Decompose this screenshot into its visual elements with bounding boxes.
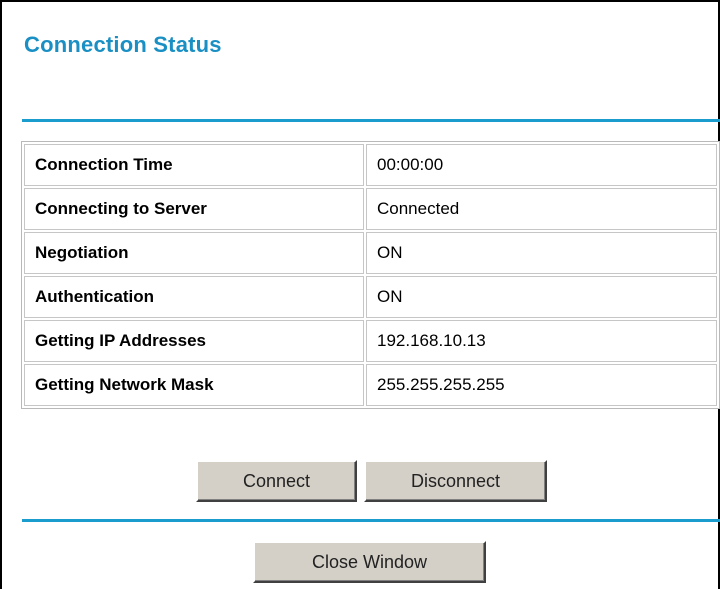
row-label: Getting IP Addresses <box>24 320 364 362</box>
row-value: 00:00:00 <box>366 144 717 186</box>
table-row-getting-ip-addresses: Getting IP Addresses 192.168.10.13 <box>24 320 717 362</box>
table-row-getting-network-mask: Getting Network Mask 255.255.255.255 <box>24 364 717 406</box>
row-value: ON <box>366 276 717 318</box>
row-value: 255.255.255.255 <box>366 364 717 406</box>
close-window-button[interactable]: Close Window <box>253 541 486 583</box>
row-label: Connection Time <box>24 144 364 186</box>
row-value: 192.168.10.13 <box>366 320 717 362</box>
disconnect-button[interactable]: Disconnect <box>364 460 547 502</box>
table-row-authentication: Authentication ON <box>24 276 717 318</box>
table-row-connecting-to-server: Connecting to Server Connected <box>24 188 717 230</box>
page-title: Connection Status <box>24 32 222 57</box>
row-label: Getting Network Mask <box>24 364 364 406</box>
top-divider <box>22 119 720 122</box>
bottom-divider <box>22 519 720 522</box>
connect-button[interactable]: Connect <box>196 460 357 502</box>
connection-status-window: Connection Status Connection Time 00:00:… <box>0 0 720 589</box>
table-row-connection-time: Connection Time 00:00:00 <box>24 144 717 186</box>
row-value: ON <box>366 232 717 274</box>
row-label: Negotiation <box>24 232 364 274</box>
row-label: Connecting to Server <box>24 188 364 230</box>
table-row-negotiation: Negotiation ON <box>24 232 717 274</box>
row-value: Connected <box>366 188 717 230</box>
connection-status-table: Connection Time 00:00:00 Connecting to S… <box>21 141 720 409</box>
row-label: Authentication <box>24 276 364 318</box>
